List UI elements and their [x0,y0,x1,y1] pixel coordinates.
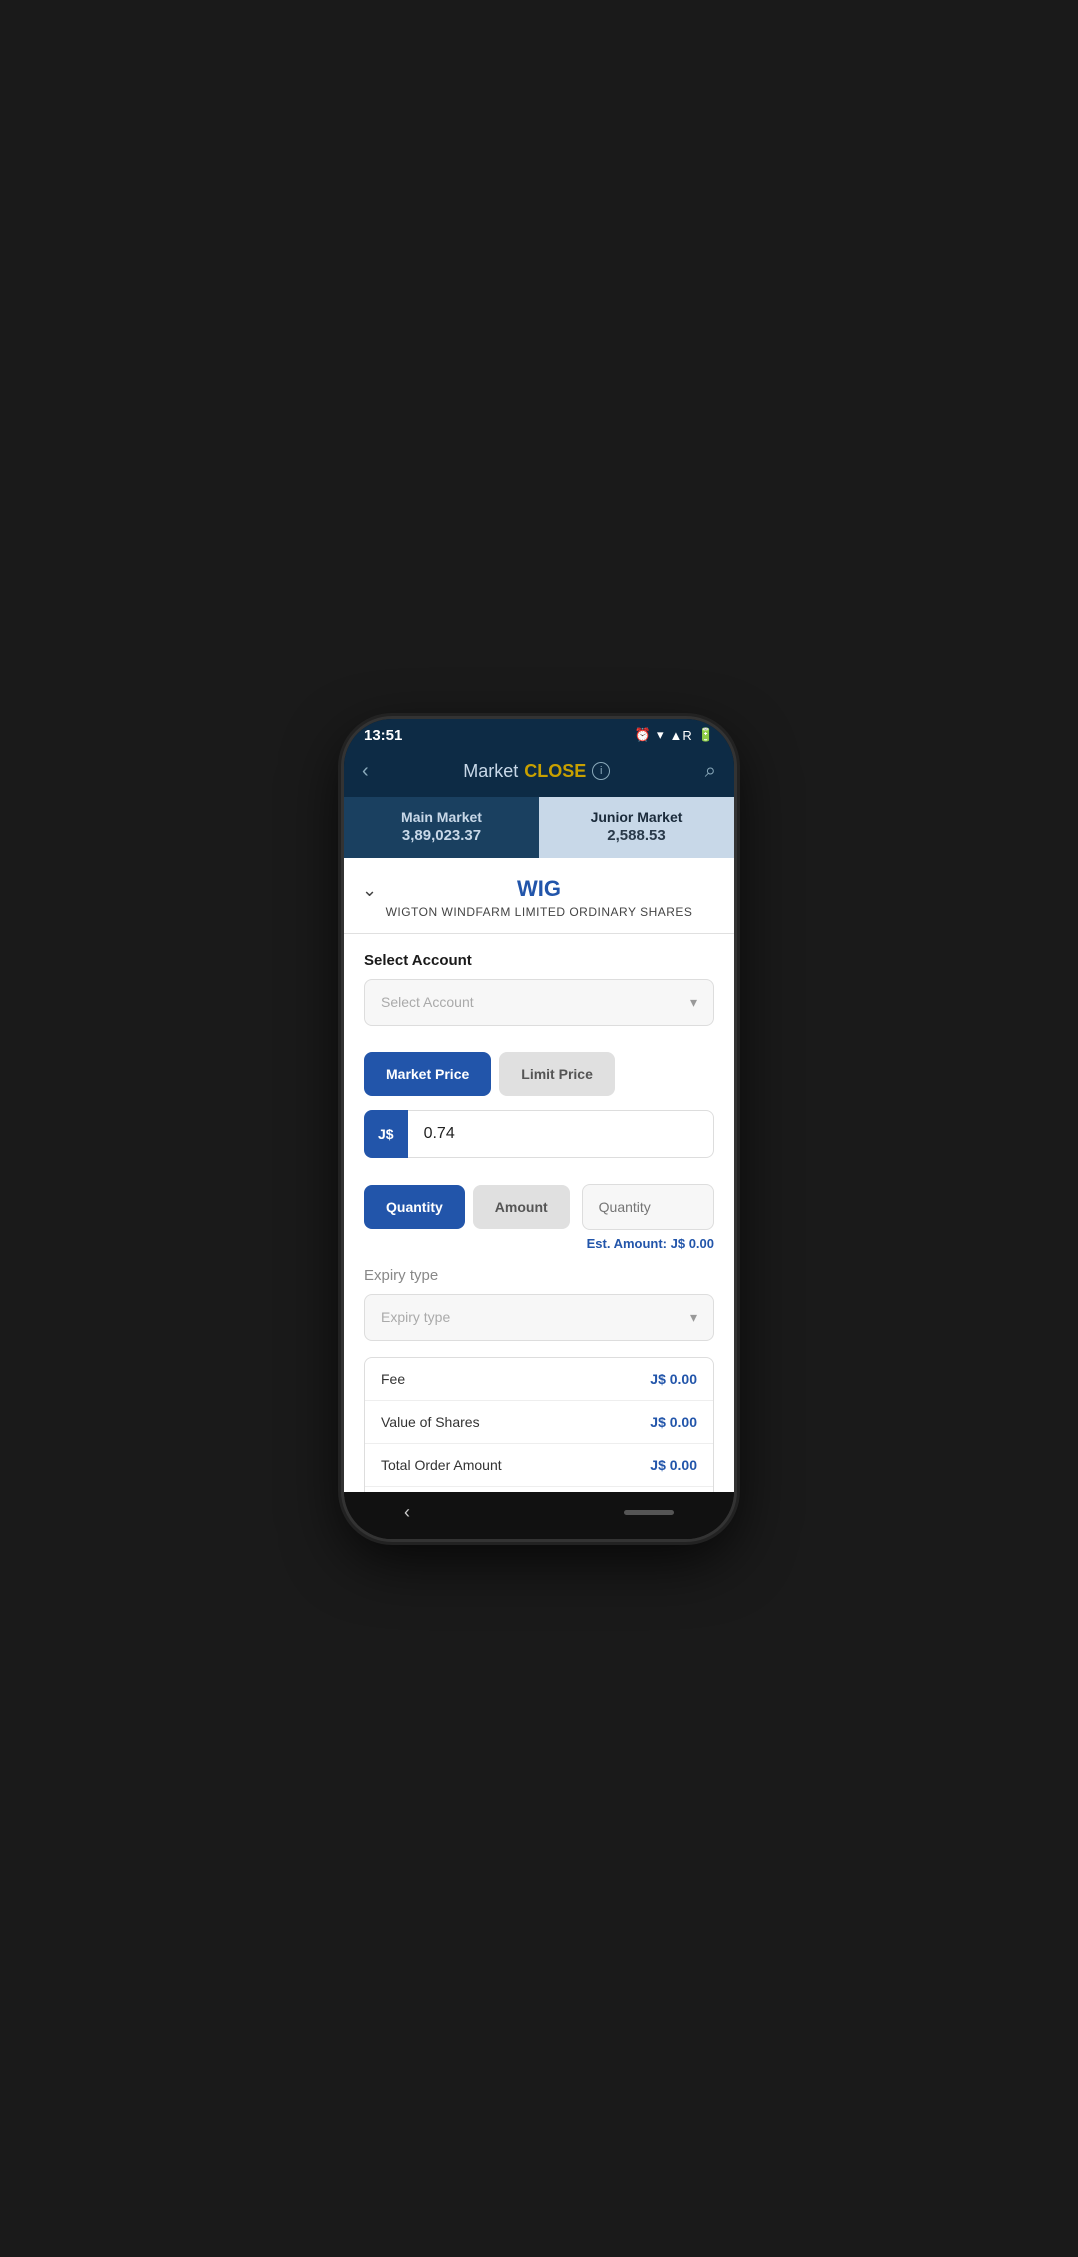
amount-button[interactable]: Amount [473,1185,570,1229]
price-input-row: J$ [364,1110,714,1158]
scroll-content: ⌄ WIG WIGTON WINDFARM LIMITED ORDINARY S… [344,858,734,1492]
quantity-input-wrapper [582,1184,714,1230]
quantity-section: Quantity Amount Est. Amount: J$ 0.00 [344,1184,734,1263]
value-of-shares-row: Value of Shares J$ 0.00 [365,1401,713,1444]
market-price-button[interactable]: Market Price [364,1052,491,1096]
fee-value: J$ 0.00 [650,1371,697,1387]
total-order-label: Total Order Amount [381,1457,502,1473]
total-order-value: J$ 0.00 [650,1457,697,1473]
status-bar: 13:51 ⏰ ▾ ▲R 🔋 [344,719,734,750]
alarm-icon: ⏰ [635,727,651,743]
phone-frame: 13:51 ⏰ ▾ ▲R 🔋 ‹ Market CLOSE i ⌕ Main M… [344,719,734,1539]
junior-market-tab-name: Junior Market [549,809,724,825]
stock-name: WIGTON WINDFARM LIMITED ORDINARY SHARES [364,905,714,919]
expiry-placeholder: Expiry type [381,1309,450,1325]
est-amount: Est. Amount: J$ 0.00 [364,1236,714,1251]
expiry-dropdown[interactable]: Expiry type ▾ [364,1294,714,1341]
close-status-label: CLOSE [524,761,586,782]
junior-market-tab-value: 2,588.53 [549,827,724,844]
limit-price-button[interactable]: Limit Price [499,1052,615,1096]
fee-row: Fee J$ 0.00 [365,1358,713,1401]
quantity-button[interactable]: Quantity [364,1185,465,1229]
main-market-tab[interactable]: Main Market 3,89,023.37 [344,797,539,858]
total-order-row: Total Order Amount J$ 0.00 [365,1444,713,1487]
expiry-section: Expiry type Expiry type ▾ [344,1263,734,1353]
price-type-toggle: Market Price Limit Price [364,1052,714,1096]
dropdown-chevron-icon: ▾ [690,994,697,1011]
signal-icon: ▲R [670,728,692,743]
market-label: Market [463,761,518,782]
wifi-icon: ▾ [657,727,664,743]
battery-icon: 🔋 [698,727,714,743]
info-icon[interactable]: i [592,762,610,780]
quantity-input[interactable] [582,1184,714,1230]
app-header: ‹ Market CLOSE i ⌕ [344,750,734,797]
fee-label: Fee [381,1371,405,1387]
currency-badge: J$ [364,1110,408,1158]
account-dropdown[interactable]: Select Account ▾ [364,979,714,1026]
value-of-shares-label: Value of Shares [381,1414,480,1430]
value-of-shares-value: J$ 0.00 [650,1414,697,1430]
stock-header: ⌄ WIG WIGTON WINDFARM LIMITED ORDINARY S… [344,858,734,934]
main-market-tab-value: 3,89,023.37 [354,827,529,844]
qty-toggle-buttons: Quantity Amount [364,1185,570,1229]
account-placeholder: Select Account [381,994,474,1010]
chevron-down-icon[interactable]: ⌄ [362,880,377,901]
search-icon[interactable]: ⌕ [705,760,716,783]
status-icons: ⏰ ▾ ▲R 🔋 [635,727,714,743]
nav-back-icon[interactable]: ‹ [404,1502,410,1523]
back-icon[interactable]: ‹ [362,760,369,783]
main-market-tab-name: Main Market [354,809,529,825]
select-account-label: Select Account [364,952,714,969]
price-section: Market Price Limit Price J$ [344,1052,734,1170]
quantity-amount-row: Quantity Amount [364,1184,714,1230]
market-tabs: Main Market 3,89,023.37 Junior Market 2,… [344,797,734,858]
expiry-chevron-icon: ▾ [690,1309,697,1326]
expiry-label: Expiry type [364,1267,714,1284]
price-input[interactable] [408,1110,714,1158]
stock-ticker: WIG [364,876,714,902]
junior-market-tab[interactable]: Junior Market 2,588.53 [539,797,734,858]
est-amount-label: Est. Amount: [587,1236,671,1251]
summary-box: Fee J$ 0.00 Value of Shares J$ 0.00 Tota… [364,1357,714,1492]
header-title: Market CLOSE i [463,761,610,782]
nav-pill [624,1510,674,1515]
select-account-section: Select Account Select Account ▾ [344,934,734,1038]
bottom-nav: ‹ [344,1492,734,1539]
status-time: 13:51 [364,727,402,744]
